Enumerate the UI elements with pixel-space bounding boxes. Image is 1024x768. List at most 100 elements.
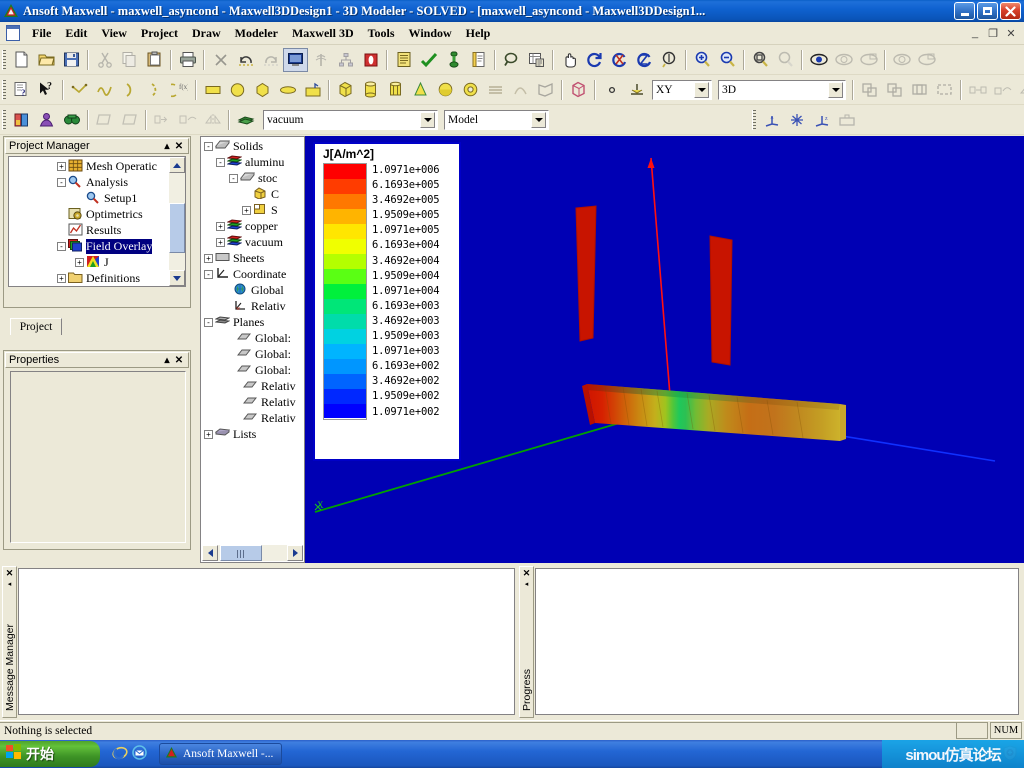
duplicate-mirror-icon[interactable]: [175, 108, 200, 132]
collapse-toggle[interactable]: -: [216, 157, 225, 167]
split-icon[interactable]: [932, 78, 957, 102]
save-icon[interactable]: [59, 48, 84, 72]
menu-help[interactable]: Help: [459, 23, 498, 44]
scroll-left-icon[interactable]: [202, 545, 218, 561]
vscroll-track[interactable]: [169, 173, 185, 270]
scroll-right-icon[interactable]: [287, 545, 303, 561]
collapse-toggle[interactable]: -: [204, 141, 213, 151]
expand-toggle[interactable]: +: [216, 237, 225, 247]
spreadsheet-icon[interactable]: [524, 48, 549, 72]
plane-select[interactable]: XY: [652, 79, 712, 100]
collapse-icon[interactable]: ▴: [161, 141, 173, 152]
menu-file[interactable]: File: [25, 23, 58, 44]
axes-icon[interactable]: [759, 108, 784, 132]
open-folder-icon[interactable]: [34, 48, 59, 72]
minimize-button[interactable]: [954, 2, 975, 20]
fit-all-icon[interactable]: [748, 48, 773, 72]
chevron-down-icon[interactable]: [694, 81, 709, 98]
menu-window[interactable]: Window: [402, 23, 459, 44]
mdi-restore-button[interactable]: ❐: [986, 27, 1000, 40]
close-icon[interactable]: ✕: [6, 568, 14, 579]
tree-item-j-field[interactable]: + J: [9, 254, 169, 270]
model-tree-item-solids[interactable]: - Solids: [202, 138, 303, 154]
notes-icon[interactable]: [466, 48, 491, 72]
taskbar-item-ansoft-maxwell[interactable]: Ansoft Maxwell -...: [159, 743, 283, 765]
draw-torus-icon[interactable]: [458, 78, 483, 102]
undo-icon[interactable]: [233, 48, 258, 72]
menu-tools[interactable]: Tools: [361, 23, 402, 44]
menu-view[interactable]: View: [94, 23, 134, 44]
draw-bondwire-icon[interactable]: [508, 78, 533, 102]
draw-user-defined-icon[interactable]: [566, 78, 591, 102]
desktop-view-icon[interactable]: [283, 47, 308, 72]
hide-object-icon[interactable]: [831, 48, 856, 72]
hscroll-track[interactable]: [218, 545, 287, 561]
scale-icon[interactable]: [200, 108, 225, 132]
draw-equation-icon[interactable]: f(x): [167, 78, 192, 102]
model-tree-item-section[interactable]: + S: [202, 202, 303, 218]
expand-toggle[interactable]: +: [57, 161, 66, 171]
3d-viewport[interactable]: X J[A/m^2] 1.0971e+0066.1693e+0053.4692e…: [305, 136, 1024, 563]
model-tree-item-copper[interactable]: + copper: [202, 218, 303, 234]
internet-explorer-icon[interactable]: [112, 745, 128, 764]
draw-spline-icon[interactable]: [92, 78, 117, 102]
whats-this-icon[interactable]: ?: [34, 78, 59, 102]
draw-arc-center-icon[interactable]: [117, 78, 142, 102]
mirror-icon[interactable]: [1015, 78, 1024, 102]
grid-icon[interactable]: [784, 108, 809, 132]
mode-select[interactable]: 3D: [718, 79, 846, 100]
model-tree-item-plane-5[interactable]: Relativ: [202, 394, 303, 410]
model-tree-item-coordinate-systems[interactable]: - Coordinate: [202, 266, 303, 282]
redo-icon[interactable]: [258, 48, 283, 72]
menu-project[interactable]: Project: [134, 23, 185, 44]
tree-item-optimetrics[interactable]: Optimetrics: [9, 206, 169, 222]
new-document-icon[interactable]: [9, 48, 34, 72]
expand-toggle[interactable]: +: [242, 205, 251, 215]
subtract-icon[interactable]: [882, 78, 907, 102]
search-field-icon[interactable]: [499, 48, 524, 72]
model-tree-item-planes[interactable]: - Planes: [202, 314, 303, 330]
model-tree-item-lists[interactable]: + Lists: [202, 426, 303, 442]
origin-icon[interactable]: z: [809, 108, 834, 132]
assign-face-icon[interactable]: [92, 108, 117, 132]
collapse-icon[interactable]: ◂: [8, 580, 12, 588]
unite-icon[interactable]: [857, 78, 882, 102]
model-tree-item-relative-cs[interactable]: w Relativ: [202, 298, 303, 314]
show-object-icon[interactable]: [889, 48, 914, 72]
model-tree-item-plane-2[interactable]: Global:: [202, 346, 303, 362]
eye-visibility-icon[interactable]: [806, 48, 831, 72]
plane-icon[interactable]: [834, 108, 859, 132]
collapse-toggle[interactable]: -: [204, 269, 213, 279]
collapse-toggle[interactable]: -: [204, 317, 213, 327]
paste-icon[interactable]: [142, 48, 167, 72]
model-tree-item-plane-4[interactable]: Relativ: [202, 378, 303, 394]
mdi-minimize-button[interactable]: _: [968, 27, 982, 40]
show-all-icon[interactable]: [914, 48, 939, 72]
model-tree-item-stock[interactable]: - stoc: [202, 170, 303, 186]
draw-arc-3point-icon[interactable]: [142, 78, 167, 102]
draw-regular-polyhedron-icon[interactable]: [383, 78, 408, 102]
analyze-icon[interactable]: [441, 48, 466, 72]
context-help-icon[interactable]: ?: [9, 78, 34, 102]
menu-draw[interactable]: Draw: [185, 23, 228, 44]
collapse-toggle[interactable]: -: [57, 177, 66, 187]
draw-circle-icon[interactable]: [225, 78, 250, 102]
close-icon[interactable]: ✕: [173, 141, 185, 152]
pan-icon[interactable]: [557, 48, 582, 72]
field-legend[interactable]: J[A/m^2] 1.0971e+006 6.1693e+005 3.4692e+0…: [313, 142, 461, 461]
toolbar-grip[interactable]: [2, 49, 6, 70]
model-tree-item-createbox[interactable]: C: [202, 186, 303, 202]
field-overlay-icon[interactable]: [59, 108, 84, 132]
message-manager-content[interactable]: [18, 568, 515, 715]
draw-section-icon[interactable]: [533, 78, 558, 102]
dynamic-rotate-icon[interactable]: [657, 48, 682, 72]
validate-check-icon[interactable]: [416, 48, 441, 72]
toolbar-grip[interactable]: [2, 109, 6, 130]
chevron-down-icon[interactable]: [531, 111, 546, 128]
chevron-down-icon[interactable]: [828, 81, 843, 98]
delete-icon[interactable]: [208, 48, 233, 72]
excitation-port-icon[interactable]: [358, 48, 383, 72]
tree-item-analysis[interactable]: - Analysis: [9, 174, 169, 190]
close-icon[interactable]: ✕: [523, 568, 531, 579]
expand-toggle[interactable]: +: [204, 429, 213, 439]
